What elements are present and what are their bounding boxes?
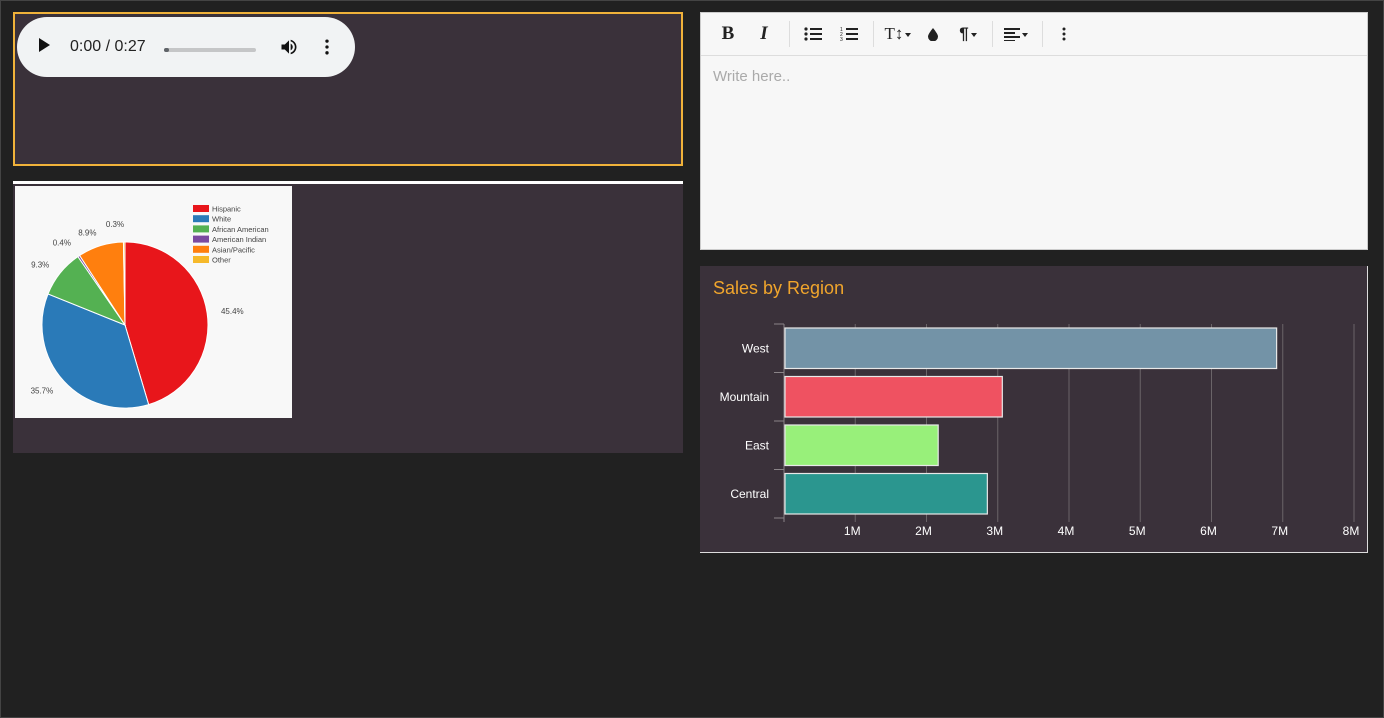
legend-label: Asian/Pacific [212,245,255,254]
chart-title: Sales by Region [713,278,845,298]
toolbar-divider [789,21,790,47]
legend-swatch [193,235,209,243]
bullet-list-button[interactable] [802,21,824,47]
y-category-label: Mountain [720,390,769,404]
more-vert-icon[interactable] [317,37,337,57]
audio-panel: 0:00 / 0:27 [13,12,683,166]
pie-value-label: 45.4% [221,307,244,316]
align-left-icon [1004,28,1020,41]
align-button[interactable] [1002,21,1030,47]
volume-icon[interactable] [279,37,299,57]
pie-chart-panel: 45.4% 35.7% 9.3% 0.4% 8.9% 0.3% Hispanic White A… [13,181,683,453]
bullet-list-icon [804,27,822,41]
more-vert-icon [1062,27,1066,41]
numbered-list-button[interactable]: 1 2 3 [838,21,860,47]
pie-value-label: 9.3% [31,260,49,269]
editor-content-area[interactable]: Write here.. [701,56,1367,249]
font-size-button[interactable]: T↕ [883,21,913,47]
legend-swatch [193,256,209,263]
italic-button[interactable]: I [753,21,775,47]
audio-player[interactable]: 0:00 / 0:27 [17,17,355,77]
audio-progress-fill [164,48,169,52]
text-color-button[interactable] [925,21,941,47]
toolbar-divider [873,21,874,47]
pie-value-label: 8.9% [78,228,96,237]
x-tick-label: 4M [1058,524,1075,538]
bar-chart-panel: 1M 2M 3M 4M 5M 6M 7M 8M West Mountain East Central … [700,266,1368,553]
font-size-icon: T↕ [884,24,904,43]
numbered-list-icon: 1 2 3 [840,27,858,42]
rich-text-editor: B I 1 2 3 T↕ ¶ Write here.. [700,12,1368,250]
chevron-down-icon [1022,33,1028,37]
paragraph-style-button[interactable]: ¶ [955,21,981,47]
x-tick-label: 8M [1343,524,1360,538]
x-tick-label: 5M [1129,524,1146,538]
bar-chart: 1M 2M 3M 4M 5M 6M 7M 8M West Mountain East Central [720,323,1360,538]
svg-text:3: 3 [840,37,843,42]
legend-swatch [193,205,209,212]
bold-button[interactable]: B [717,21,739,47]
legend-label: Hispanic [212,205,241,214]
x-tick-label: 7M [1271,524,1288,538]
legend-swatch [193,245,209,253]
x-tick-label: 6M [1200,524,1217,538]
legend-label: African American [212,225,269,234]
legend-label: White [212,215,231,224]
pie-chart-image: 45.4% 35.7% 9.3% 0.4% 8.9% 0.3% Hispanic White A… [15,186,292,418]
x-tick-label: 2M [915,524,932,538]
chevron-down-icon [970,33,977,37]
editor-toolbar: B I 1 2 3 T↕ ¶ [701,13,1367,56]
x-tick-label: 1M [844,524,861,538]
paragraph-icon: ¶ [959,24,969,43]
bar [784,424,939,467]
audio-progress-track[interactable] [164,48,256,52]
play-icon[interactable] [39,38,50,52]
audio-time-display: 0:00 / 0:27 [70,38,146,55]
x-tick-label: 3M [986,524,1003,538]
bar [784,327,1278,370]
pie-chart: 45.4%35.7%9.3%0.4%8.9%0.3%HispanicWhiteA… [31,205,269,409]
legend-label: American Indian [212,235,266,244]
editor-placeholder: Write here.. [713,68,791,85]
bar [784,472,988,515]
chevron-down-icon [905,33,912,37]
pie-value-label: 35.7% [31,386,54,395]
y-category-label: Central [730,487,769,501]
y-category-label: East [745,438,770,452]
color-drop-icon [928,28,938,41]
bar [784,375,1003,418]
pie-value-label: 0.3% [106,220,124,229]
legend-swatch [193,215,209,223]
more-options-button[interactable] [1056,21,1072,47]
legend-label: Other [212,256,231,265]
y-category-label: West [742,341,770,355]
pie-value-label: 0.4% [53,238,71,247]
toolbar-divider [1042,21,1043,47]
legend-swatch [193,225,209,233]
toolbar-divider [992,21,993,47]
